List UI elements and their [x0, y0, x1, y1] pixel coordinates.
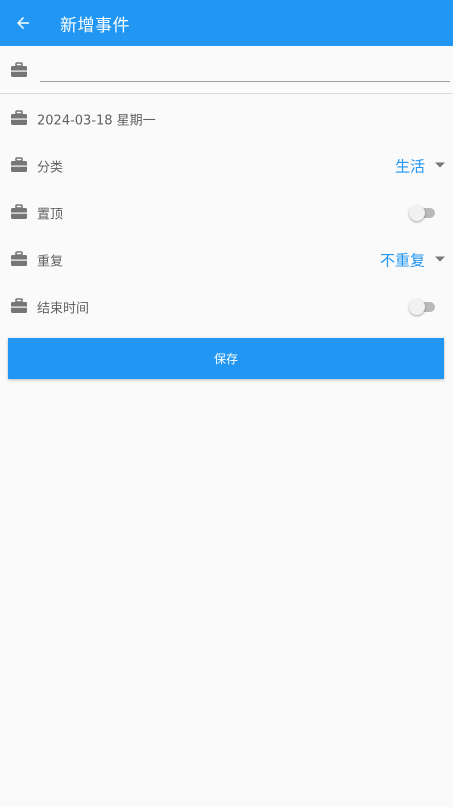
category-dropdown[interactable]: 生活 [395, 155, 445, 176]
date-row[interactable]: 2024-03-18 星期一 [0, 95, 453, 142]
event-title-input[interactable] [40, 54, 450, 82]
repeat-label: 重复 [37, 254, 64, 269]
save-button[interactable]: 保存 [8, 338, 444, 379]
pin-toggle[interactable] [409, 204, 435, 221]
pin-row: 置顶 [0, 189, 453, 236]
repeat-value: 不重复 [379, 251, 425, 269]
page-title: 新增事件 [60, 15, 130, 36]
caret-down-icon [435, 162, 445, 168]
briefcase-icon [11, 204, 27, 219]
date-text: 2024-03-18 星期一 [37, 113, 156, 128]
pin-label: 置顶 [37, 207, 64, 222]
category-value: 生活 [394, 157, 425, 175]
briefcase-icon [11, 157, 27, 172]
briefcase-icon [11, 62, 27, 77]
briefcase-icon [11, 251, 27, 266]
repeat-row: 重复 不重复 [0, 236, 453, 283]
category-row: 分类 生活 [0, 142, 453, 189]
app-bar: 新增事件 [0, 0, 453, 46]
end-time-row: 结束时间 [0, 283, 453, 330]
back-button[interactable] [0, 0, 46, 46]
caret-down-icon [435, 256, 445, 262]
end-time-toggle[interactable] [409, 298, 435, 315]
category-label: 分类 [37, 160, 64, 175]
toggle-thumb [409, 298, 425, 315]
end-time-label: 结束时间 [37, 301, 90, 316]
title-input-row [0, 46, 453, 94]
repeat-dropdown[interactable]: 不重复 [380, 249, 445, 270]
arrow-back-icon [17, 17, 29, 29]
toggle-thumb [409, 204, 425, 221]
briefcase-icon [11, 298, 27, 313]
briefcase-icon [11, 110, 27, 125]
